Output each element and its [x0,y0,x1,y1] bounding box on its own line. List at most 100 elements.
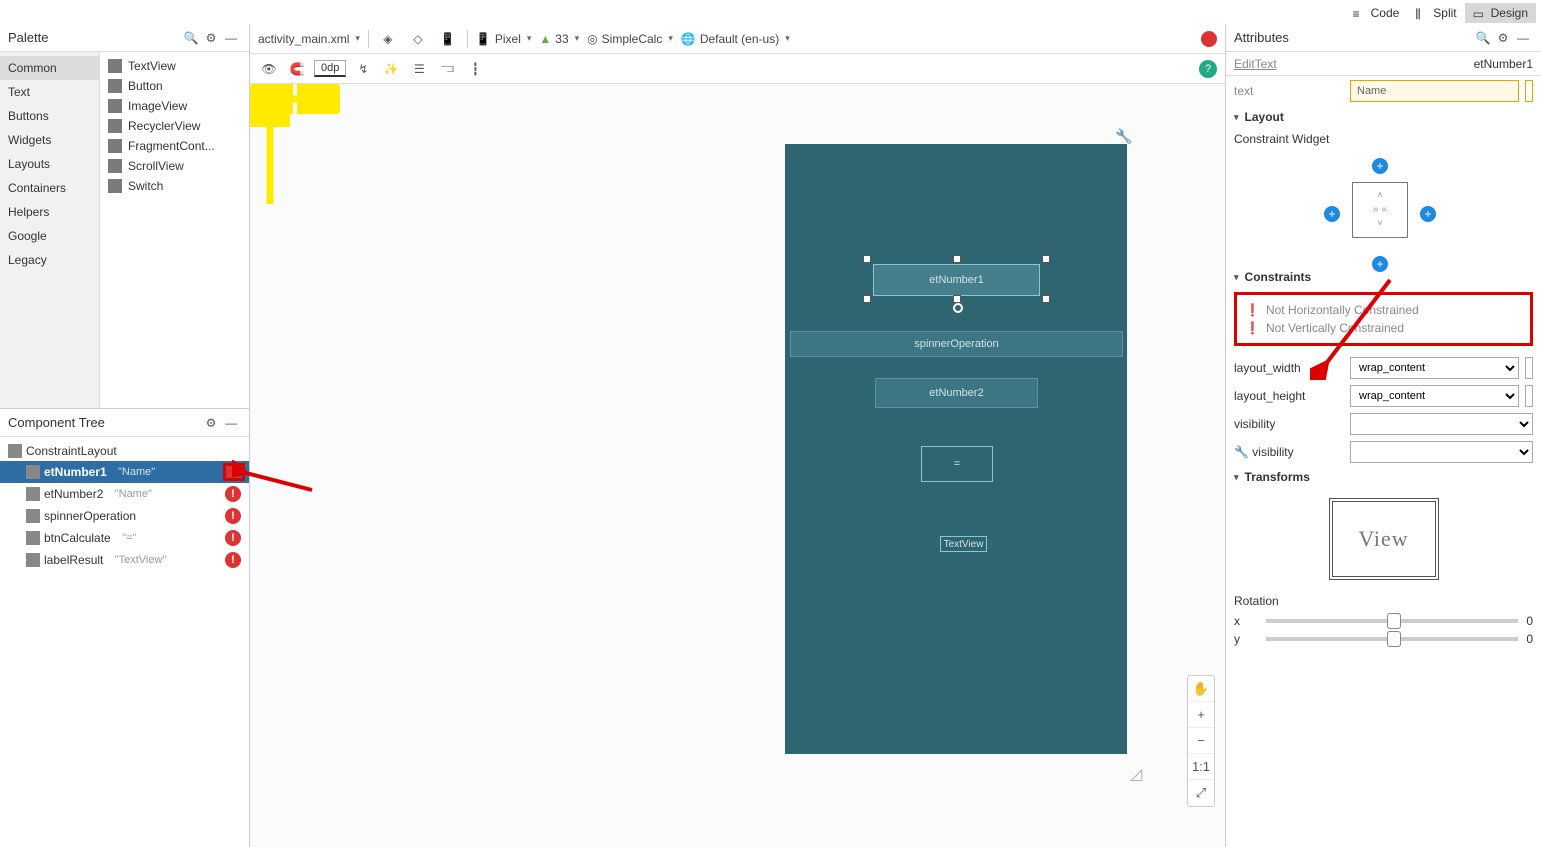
design-toolbar: 👁 🧲 0dp ↯ ✨ ☰ ⫎ ┇ ? [250,54,1225,84]
error-icon[interactable]: ! [225,552,241,568]
transform-preview: View [1329,498,1439,580]
resize-handle-icon[interactable]: ◿ [1130,764,1142,784]
gear-icon[interactable]: ⚙ [201,413,221,433]
palette-cat-layouts[interactable]: Layouts [0,152,99,176]
flag-icon[interactable] [1525,80,1533,102]
search-icon[interactable]: 🔍 [1473,28,1493,48]
minimize-icon[interactable]: — [1513,28,1533,48]
edittext-icon [26,465,40,479]
zoom-in-button[interactable]: + [1188,702,1214,728]
rotation-x-slider[interactable] [1266,619,1518,623]
palette-cat-google[interactable]: Google [0,224,99,248]
error-badge[interactable] [1201,31,1217,47]
locale-picker[interactable]: 🌐 Default (en-us) [681,32,790,46]
mode-split[interactable]: ⫼Split [1407,3,1464,23]
palette-cat-legacy[interactable]: Legacy [0,248,99,272]
palette-cat-widgets[interactable]: Widgets [0,128,99,152]
palette-cat-buttons[interactable]: Buttons [0,104,99,128]
palette-cat-common[interactable]: Common [0,56,99,80]
more-icon[interactable] [1525,357,1533,379]
zoom-reset-button[interactable]: 1:1 [1188,754,1214,780]
imageview-icon [108,99,122,113]
palette-item-fragment[interactable]: FragmentCont... [100,136,249,156]
zoom-controls: ✋ + − 1:1 ⤢ [1187,675,1215,807]
palette-item-recyclerview[interactable]: RecyclerView [100,116,249,136]
palette-cat-text[interactable]: Text [0,80,99,104]
preview-labelresult[interactable]: TextView [940,536,987,552]
more-icon[interactable] [1525,385,1533,407]
layout-icon [8,444,22,458]
palette-item-switch[interactable]: Switch [100,176,249,196]
search-icon[interactable]: 🔍 [181,28,201,48]
visibility-select[interactable] [1350,413,1533,435]
error-icon[interactable]: ! [225,508,241,524]
add-top-constraint-icon[interactable]: + [1372,158,1388,174]
palette-item-imageview[interactable]: ImageView [100,96,249,116]
component-type[interactable]: EditText [1234,57,1277,71]
rotation-y-slider[interactable] [1266,637,1518,641]
palette-item-scrollview[interactable]: ScrollView [100,156,249,176]
palette-cat-containers[interactable]: Containers [0,176,99,200]
zoom-fit-button[interactable]: ⤢ [1188,780,1214,806]
constraint-anchor-icon[interactable] [953,303,963,313]
gear-icon[interactable]: ⚙ [201,28,221,48]
wand-icon[interactable]: ✨ [380,58,402,80]
section-layout[interactable]: Layout [1234,106,1533,128]
layout-height-select[interactable]: wrap_content [1350,385,1519,407]
default-margin-field[interactable]: 0dp [314,60,346,77]
tree-item-etnumber2[interactable]: etNumber2 "Name"! [0,483,249,505]
clear-constraints-icon[interactable]: ↯ [352,58,374,80]
zoom-out-button[interactable]: − [1188,728,1214,754]
palette-item-textview[interactable]: TextView [100,56,249,76]
layers-icon[interactable]: ◈ [377,28,399,50]
gear-icon[interactable]: ⚙ [1493,28,1513,48]
eye-icon[interactable]: 👁 [258,58,280,80]
tree-root[interactable]: ConstraintLayout [0,441,249,461]
tree-item-labelresult[interactable]: labelResult "TextView"! [0,549,249,571]
section-transforms[interactable]: Transforms [1234,466,1533,488]
align-icon[interactable]: ☰ [408,58,430,80]
tools-visibility-completổ[interactable] [1350,441,1533,463]
preview-etnumber1[interactable]: etNumber1 [873,264,1040,296]
pan-button[interactable]: ✋ [1188,676,1214,702]
palette-cat-helpers[interactable]: Helpers [0,200,99,224]
layout-width-select[interactable]: wrap_content [1350,357,1519,379]
mode-design[interactable]: ▭Design [1465,3,1536,23]
preview-etnumber2[interactable]: etNumber2 [875,378,1038,408]
api-picker[interactable]: ▲ 33 [539,32,579,46]
theme-picker[interactable]: ◎ SimpleCalc [587,32,673,46]
add-left-constraint-icon[interactable]: + [1324,206,1340,222]
label-layout-height: layout_height [1234,389,1344,403]
design-surface[interactable]: 🔧 etNumber1 spinnerOperation etNumber2 =… [250,84,1225,847]
preview-spinner[interactable]: spinnerOperation [790,331,1123,357]
error-icon[interactable]: ! [225,486,241,502]
orientation-icon[interactable]: 📱 [437,28,459,50]
tree-item-spinner[interactable]: spinnerOperation! [0,505,249,527]
wrench-icon: 🔧 [1234,445,1249,459]
mode-code[interactable]: ≡Code [1345,3,1408,23]
wrench-icon[interactable]: 🔧 [1115,128,1132,145]
file-tab[interactable]: activity_main.xml [258,32,360,46]
magnet-icon[interactable]: 🧲 [286,58,308,80]
attr-text-row: text Name [1234,80,1533,102]
tree-item-btncalc[interactable]: btnCalculate "="! [0,527,249,549]
attr-text-field[interactable]: Name [1350,80,1519,102]
constraint-widget[interactable]: ˄» «˅ + + + + [1234,156,1533,266]
minimize-icon[interactable]: — [221,413,241,433]
error-icon[interactable]: ! [225,530,241,546]
tree-item-etnumber1[interactable]: etNumber1 "Name"! [0,461,249,483]
guideline-icon[interactable]: ┇ [464,58,486,80]
help-icon[interactable]: ? [1199,60,1217,78]
minimize-icon[interactable]: — [221,28,241,48]
preview-btncalc[interactable]: = [921,446,993,482]
image-icon: ▭ [1473,7,1487,19]
split-icon: ⫼ [1415,7,1429,19]
diamond-icon[interactable]: ◇ [407,28,429,50]
device-picker[interactable]: 📱 Pixel [476,32,532,46]
device-preview[interactable]: etNumber1 spinnerOperation etNumber2 = T… [785,144,1127,754]
pack-icon[interactable]: ⫎ [436,58,458,80]
cw-box[interactable]: ˄» «˅ [1352,182,1408,238]
add-right-constraint-icon[interactable]: + [1420,206,1436,222]
palette-item-button[interactable]: Button [100,76,249,96]
add-bottom-constraint-icon[interactable]: + [1372,256,1388,272]
